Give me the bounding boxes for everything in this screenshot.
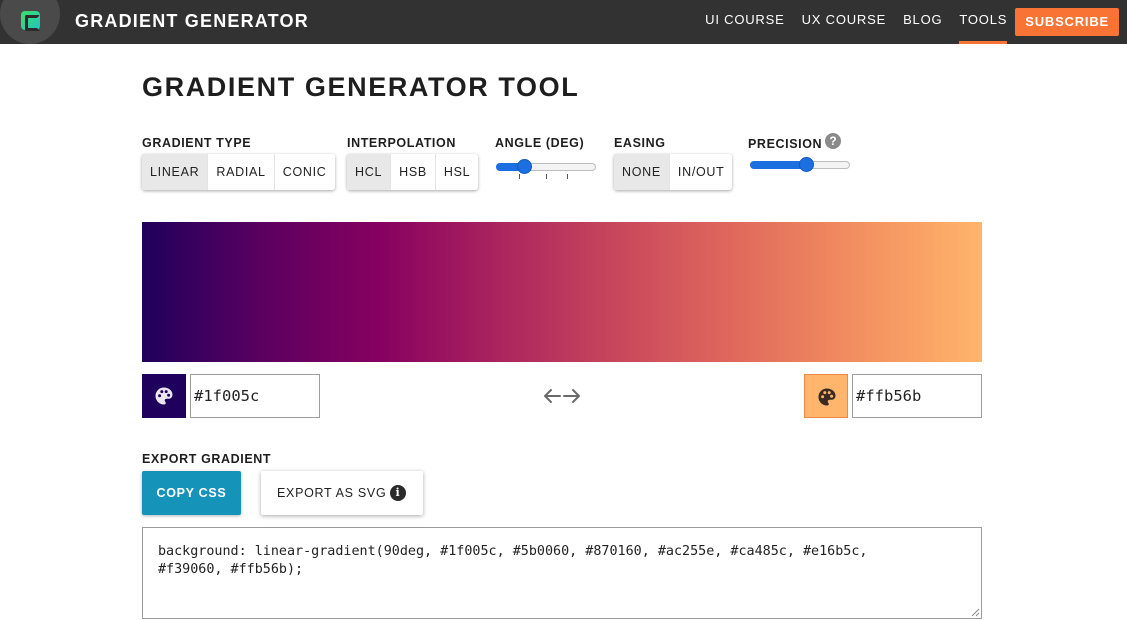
precision-label: PRECISION [748,137,823,151]
main-nav: UI COURSE UX COURSE BLOG TOOLS SUBSCRIBE [688,0,1119,44]
interpolation-label: INTERPOLATION [347,136,456,150]
easing-selector: NONE IN/OUT [614,154,733,190]
gradient-type-radial[interactable]: RADIAL [207,154,273,190]
gradient-type-selector: LINEAR RADIAL CONIC [142,154,335,190]
gradient-type-conic[interactable]: CONIC [273,154,335,190]
interpolation-hsl[interactable]: HSL [434,154,478,190]
nav-tools[interactable]: TOOLS [959,0,1008,44]
resize-grip-icon[interactable] [970,607,980,617]
interpolation-hcl[interactable]: HCL [347,154,391,190]
easing-label: EASING [614,136,666,150]
brand-name[interactable]: GRADIENT GENERATOR [75,11,309,32]
angle-tick [567,174,568,179]
angle-label: ANGLE (DEG) [495,136,585,150]
nav-blog[interactable]: BLOG [903,0,942,44]
gradient-type-linear[interactable]: LINEAR [142,154,208,190]
angle-slider-thumb[interactable] [517,159,533,174]
interpolation-hsb[interactable]: HSB [390,154,435,190]
export-svg-button[interactable]: EXPORT AS SVG i [261,471,423,515]
interpolation-selector: HCL HSB HSL [347,154,479,190]
swap-arrows-icon[interactable] [543,386,581,406]
logo-icon[interactable] [21,11,40,31]
end-color-picker[interactable] [804,374,848,418]
easing-in-out[interactable]: IN/OUT [668,154,733,190]
copy-css-button[interactable]: COPY CSS [142,471,241,515]
end-color-input[interactable] [852,374,982,418]
angle-tick [519,174,520,179]
nav-ux-course[interactable]: UX COURSE [802,0,887,44]
question-icon[interactable]: ? [825,133,841,149]
gradient-preview [142,222,982,362]
precision-slider-fill [750,161,807,169]
gradient-type-label: GRADIENT TYPE [142,136,252,150]
angle-tick [546,174,547,179]
css-code-output[interactable]: background: linear-gradient(90deg, #1f00… [142,527,982,619]
subscribe-button[interactable]: SUBSCRIBE [1015,8,1119,36]
palette-icon [818,388,836,406]
page-title: GRADIENT GENERATOR TOOL [142,72,580,102]
top-navbar: GRADIENT GENERATOR UI COURSE UX COURSE B… [0,0,1127,44]
start-color-picker[interactable] [142,374,186,418]
info-icon[interactable]: i [390,485,406,501]
angle-slider[interactable] [496,157,596,179]
nav-ui-course[interactable]: UI COURSE [705,0,784,44]
easing-none[interactable]: NONE [614,154,669,190]
precision-slider[interactable] [750,155,850,175]
palette-icon [155,387,173,405]
export-svg-label: EXPORT AS SVG [277,486,387,500]
export-gradient-label: EXPORT GRADIENT [142,452,272,466]
start-color-input[interactable] [190,374,320,418]
precision-slider-thumb[interactable] [799,157,815,172]
